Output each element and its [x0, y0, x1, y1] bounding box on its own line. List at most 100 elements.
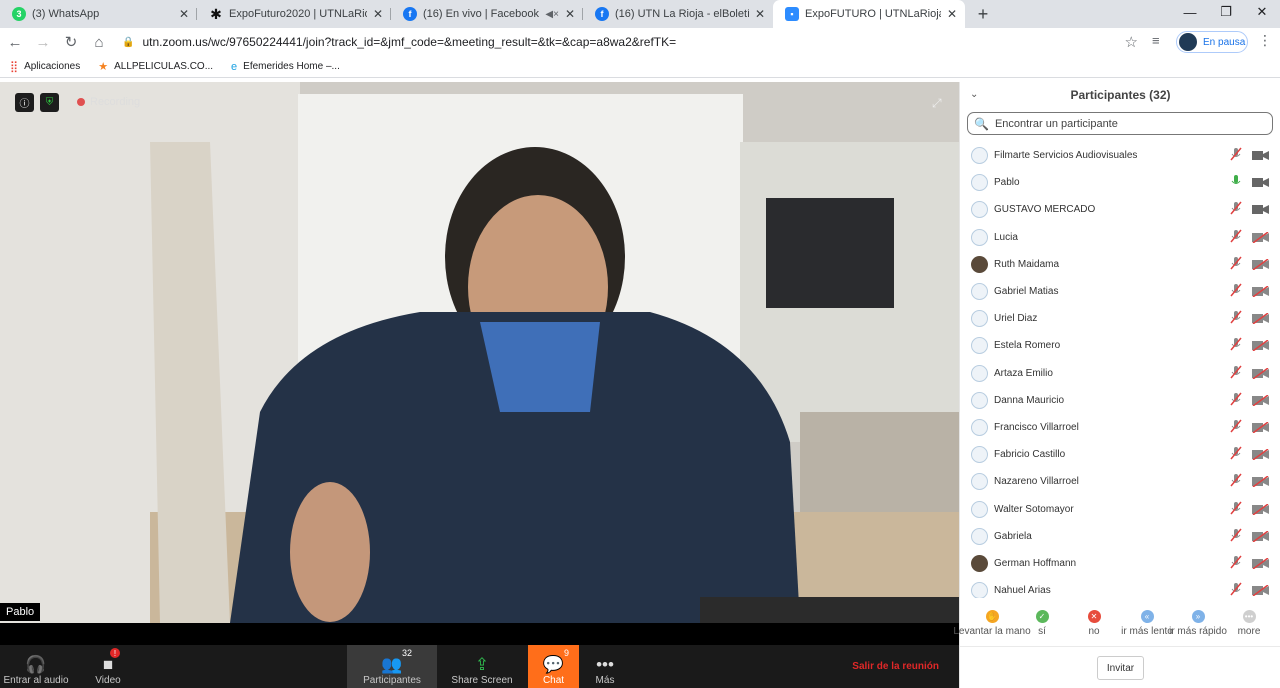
participant-row[interactable]: Danna Mauricio	[960, 387, 1280, 414]
participant-row[interactable]: Fabricio Castillo	[960, 441, 1280, 468]
window-close-icon[interactable]: ✕	[1244, 0, 1280, 24]
bookmark-label: Efemerides Home –...	[243, 61, 340, 72]
address-bar[interactable]: 🔒 utn.zoom.us/wc/97650224441/join?track_…	[114, 29, 1144, 55]
home-icon[interactable]: ⌂	[86, 29, 112, 55]
zoom-toolbar: 🎧 Entrar al audio ■ ! Video 👥 32 Partici…	[0, 645, 959, 688]
camera-off-icon	[1252, 339, 1269, 352]
participant-name: Nahuel Arias	[994, 585, 1051, 597]
chat-label: Chat	[542, 675, 565, 686]
speaker-video	[0, 82, 959, 623]
maximize-icon[interactable]: ❐	[1208, 0, 1244, 24]
participant-row[interactable]: Lucia	[960, 224, 1280, 251]
reaction-more[interactable]: ••• more	[1209, 610, 1280, 637]
fullscreen-icon[interactable]: ⤢	[932, 96, 942, 111]
participants-button[interactable]: 👥 32 Participantes	[347, 645, 437, 688]
chat-button[interactable]: 💬 9 Chat	[528, 645, 579, 688]
participant-name: Fabricio Castillo	[994, 449, 1066, 461]
participant-name: Filmarte Servicios Audiovisuales	[994, 150, 1138, 161]
reaction-label: no	[1088, 626, 1100, 637]
share-screen-label: Share Screen	[451, 675, 513, 686]
tab-strip: 3 (3) WhatsApp ✕ ✱ ExpoFuturo2020 | UTNL…	[0, 0, 1280, 28]
browser-tab-whatsapp[interactable]: 3 (3) WhatsApp ✕	[0, 0, 197, 28]
facebook-icon: f	[595, 7, 609, 21]
bookmark-allpeliculas[interactable]: ★ ALLPELICULAS.CO...	[98, 60, 213, 73]
participant-row[interactable]: Uriel Diaz	[960, 305, 1280, 332]
close-icon[interactable]: ✕	[755, 7, 765, 21]
camera-off-icon	[1252, 530, 1269, 543]
participant-row[interactable]: Gabriel Matias	[960, 278, 1280, 305]
participant-row[interactable]: Walter Sotomayor	[960, 496, 1280, 523]
video-label: Video	[95, 675, 121, 686]
close-icon[interactable]: ✕	[565, 7, 575, 21]
bookmark-efemerides[interactable]: e Efemerides Home –...	[231, 61, 340, 73]
minimize-icon[interactable]: —	[1172, 0, 1208, 24]
participant-name: Danna Mauricio	[994, 394, 1065, 406]
participant-row[interactable]: Nahuel Arias	[960, 577, 1280, 598]
more-button[interactable]: ••• Más	[585, 645, 625, 688]
menu-kebab-icon[interactable]: ⋮	[1258, 32, 1272, 49]
participant-name: Pablo	[994, 177, 1020, 189]
participant-row[interactable]: Estela Romero	[960, 332, 1280, 359]
participant-name: Artaza Emilio	[994, 367, 1053, 379]
participant-row[interactable]: Gabriela	[960, 523, 1280, 550]
profile-button[interactable]: En pausa	[1176, 31, 1248, 53]
mic-muted-icon	[1230, 528, 1242, 545]
close-icon[interactable]: ✕	[179, 7, 189, 21]
camera-off-icon	[1252, 258, 1269, 271]
leave-meeting-button[interactable]: Salir de la reunión	[852, 661, 939, 672]
participant-row[interactable]: Pablo	[960, 169, 1280, 196]
browser-tab-facebook-live[interactable]: f (16) En vivo | Facebook ◀× ✕	[391, 0, 583, 28]
window-controls: — ❐ ✕	[1172, 0, 1280, 28]
avatar	[971, 391, 988, 409]
back-arrow-icon[interactable]: ←	[2, 29, 28, 55]
shield-icon[interactable]: ⛨	[40, 93, 59, 112]
bookmark-apps[interactable]: ⣿ Aplicaciones	[10, 60, 80, 73]
tab-title: ExpoFUTURO | UTNLaRioja	[805, 8, 941, 20]
avatar	[971, 147, 988, 164]
panel-divider	[960, 646, 1280, 647]
video-button[interactable]: ■ ! Video	[80, 645, 136, 688]
recording-label: Recording	[90, 96, 141, 108]
participant-name: Uriel Diaz	[994, 313, 1038, 325]
join-audio-button[interactable]: 🎧 Entrar al audio	[0, 645, 72, 688]
participant-name: Ruth Maidama	[994, 258, 1060, 270]
share-screen-button[interactable]: ⇪ Share Screen	[447, 645, 517, 688]
participant-row[interactable]: Filmarte Servicios Audiovisuales	[960, 142, 1280, 169]
reaction-label: more	[1237, 626, 1261, 637]
close-icon[interactable]: ✕	[947, 7, 957, 21]
invite-button[interactable]: Invitar	[1097, 656, 1144, 680]
participant-search-input[interactable]: 🔍 Encontrar un participante	[967, 112, 1273, 135]
search-icon: 🔍	[974, 116, 989, 131]
bookmark-star-icon[interactable]: ☆	[1125, 33, 1138, 51]
participant-row[interactable]: GUSTAVO MERCADO	[960, 196, 1280, 223]
participant-row[interactable]: Ruth Maidama	[960, 251, 1280, 278]
mic-muted-icon	[1230, 337, 1242, 354]
reading-list-icon[interactable]: ≡	[1152, 33, 1160, 48]
reload-icon[interactable]: ↻	[58, 29, 84, 55]
browser-tab-facebook-boletin[interactable]: f (16) UTN La Rioja - elBoletín | Fac ✕	[583, 0, 773, 28]
join-audio-label: Entrar al audio	[3, 675, 69, 686]
participant-name: Nazareno Villarroel	[994, 476, 1079, 488]
speaker-muted-icon[interactable]: ◀×	[545, 9, 559, 20]
new-tab-button[interactable]: +	[965, 0, 1001, 28]
participant-row[interactable]: Artaza Emilio	[960, 360, 1280, 387]
mic-muted-icon	[1230, 229, 1242, 246]
close-icon[interactable]: ✕	[373, 7, 383, 21]
participant-row[interactable]: Nazareno Villarroel	[960, 468, 1280, 495]
whatsapp-icon: 3	[12, 7, 26, 21]
browser-tab-expofuturo2020[interactable]: ✱ ExpoFuturo2020 | UTNLaRioja ✕	[197, 0, 391, 28]
mic-muted-icon	[1230, 283, 1242, 300]
participant-row[interactable]: German Hoffmann	[960, 550, 1280, 577]
apps-grid-icon: ⣿	[10, 61, 19, 73]
browser-tab-zoom[interactable]: ▪ ExpoFUTURO | UTNLaRioja ✕	[773, 0, 965, 28]
info-icon[interactable]: ⓘ	[15, 93, 34, 112]
mic-muted-icon	[1230, 555, 1242, 572]
avatar	[971, 582, 988, 598]
tab-title: (16) UTN La Rioja - elBoletín | Fac	[615, 8, 749, 20]
more-dots-icon: •••	[596, 655, 614, 674]
video-camera-icon: ■	[102, 655, 114, 674]
participant-row[interactable]: Francisco Villarroel	[960, 414, 1280, 441]
mic-muted-icon	[1230, 147, 1242, 164]
avatar	[971, 364, 988, 382]
forward-arrow-icon[interactable]: →	[30, 29, 56, 55]
